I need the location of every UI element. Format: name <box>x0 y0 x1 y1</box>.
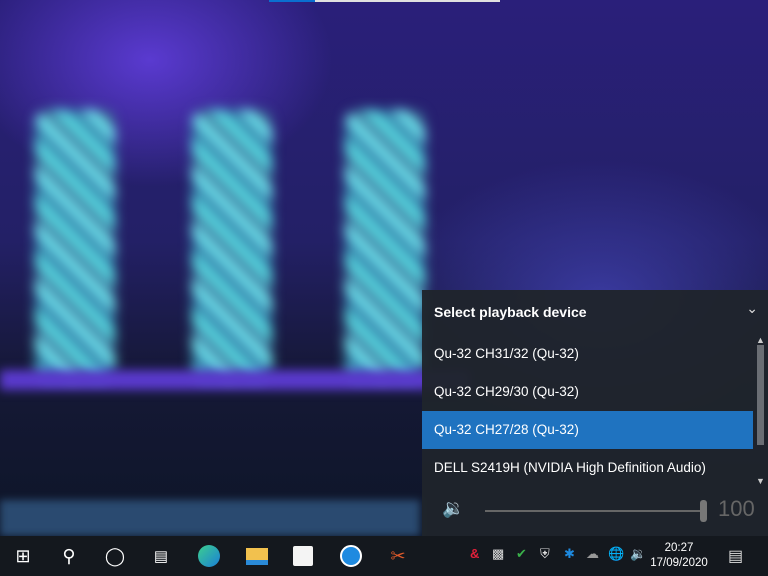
store-button[interactable] <box>280 536 326 576</box>
app-button[interactable] <box>328 536 374 576</box>
taskbar: ⊞ ⚲ ◯ ▤ ✂ & ▩ ✔ ⛨ ✱ ☁ 🌐 🔉 20:27 17/09/20… <box>0 536 768 576</box>
network-icon[interactable]: 🌐 <box>608 546 624 562</box>
scissors-icon: ✂ <box>390 545 406 566</box>
action-center-icon[interactable]: ▤ <box>728 546 743 566</box>
device-item[interactable]: DELL S2419H (NVIDIA High Definition Audi… <box>422 449 753 487</box>
progress-bar <box>269 0 500 2</box>
device-item-selected[interactable]: Qu-32 CH27/28 (Qu-32) <box>422 411 753 449</box>
security-shield-icon[interactable]: ⛨ <box>540 546 550 562</box>
flyout-title: Select playback device <box>434 304 587 320</box>
scroll-up-icon[interactable]: ▲ <box>753 335 768 345</box>
device-list-scrollbar[interactable]: ▲ ▼ <box>753 335 768 486</box>
store-icon <box>293 546 313 566</box>
device-item[interactable]: Qu-32 CH29/30 (Qu-32) <box>422 373 753 411</box>
scrollbar-thumb[interactable] <box>757 345 764 445</box>
clock[interactable]: 20:27 17/09/2020 <box>646 541 712 571</box>
task-view-button[interactable]: ▤ <box>138 536 184 576</box>
drive-icon[interactable]: ▩ <box>492 546 504 562</box>
wallpaper-stage <box>0 500 420 536</box>
bluetooth-icon[interactable]: ✱ <box>564 546 575 562</box>
windows-icon: ⊞ <box>15 545 31 566</box>
edge-button[interactable] <box>186 536 232 576</box>
speaker-icon[interactable]: 🔉 <box>442 498 464 519</box>
onedrive-offline-icon[interactable]: ☁ <box>586 546 599 562</box>
wallpaper-light-panel <box>192 110 272 380</box>
sync-check-icon[interactable]: ✔ <box>516 546 527 562</box>
chevron-down-icon[interactable]: ⌄ <box>746 300 758 317</box>
progress-fill <box>269 0 316 2</box>
device-item[interactable]: Qu-32 CH31/32 (Qu-32) <box>422 335 753 373</box>
ampersand-app-icon[interactable]: & <box>470 546 479 561</box>
cortana-button[interactable]: ◯ <box>92 536 138 576</box>
task-view-icon: ▤ <box>153 548 169 565</box>
snipping-tool-button[interactable]: ✂ <box>375 536 421 576</box>
search-icon: ⚲ <box>62 545 76 566</box>
wallpaper-stage-light <box>0 370 470 390</box>
volume-slider-thumb[interactable] <box>700 500 707 522</box>
folder-icon <box>246 547 268 565</box>
wallpaper-light-panel <box>345 110 425 380</box>
volume-icon[interactable]: 🔉 <box>630 546 646 562</box>
wallpaper-light-panel <box>35 110 115 380</box>
volume-value: 100 <box>718 496 755 521</box>
file-explorer-button[interactable] <box>234 536 280 576</box>
playback-device-flyout: Select playback device ⌄ Qu-32 CH31/32 (… <box>422 290 768 536</box>
wrench-icon <box>340 545 362 567</box>
clock-time: 20:27 <box>664 542 694 554</box>
clock-date: 17/09/2020 <box>650 557 708 569</box>
scroll-down-icon[interactable]: ▼ <box>753 476 768 486</box>
edge-icon <box>198 545 220 567</box>
volume-slider[interactable] <box>485 510 705 512</box>
search-button[interactable]: ⚲ <box>46 536 92 576</box>
cortana-icon: ◯ <box>104 545 126 566</box>
start-button[interactable]: ⊞ <box>0 536 46 576</box>
